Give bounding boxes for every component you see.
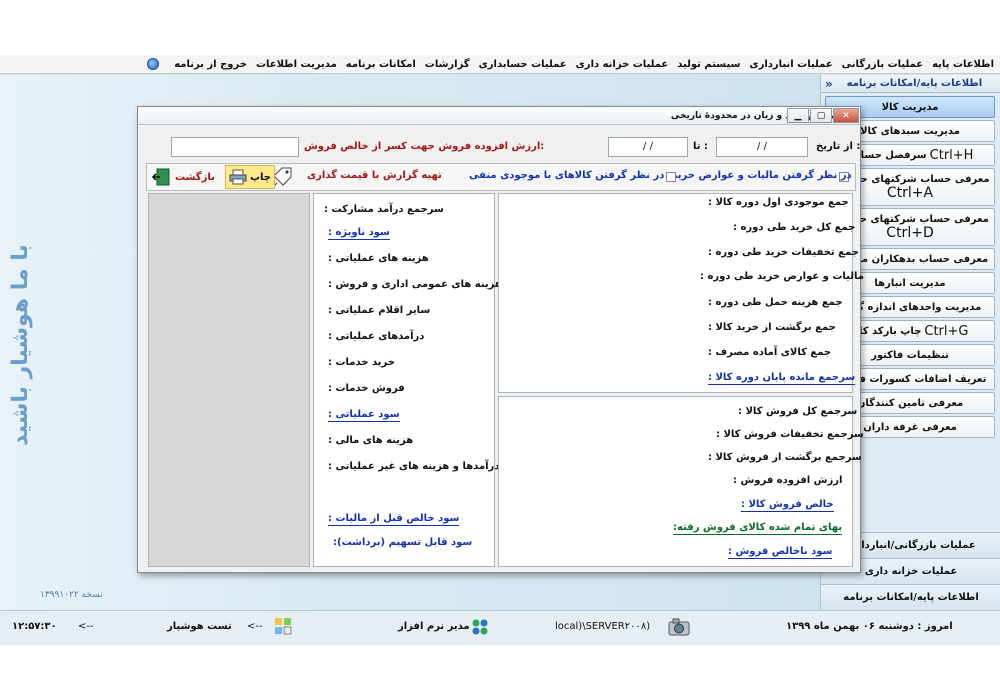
server-camera-icon — [668, 617, 690, 637]
ending-balance-line: سرجمع مانده پایان دوره کالا : — [708, 372, 856, 385]
from-date-field[interactable]: / / — [716, 137, 808, 157]
total-purchases-line: جمع کل خرید طی دوره : — [733, 222, 856, 233]
financial-expenses-line: هزینه های مالی : — [328, 435, 414, 446]
menu-reports[interactable]: گزارشات — [425, 59, 470, 70]
nav-item-shortcut: Ctrl+D — [886, 224, 934, 241]
opening-stock-line: جمع موجودی اول دوره کالا : — [708, 197, 849, 208]
empty-grey-area — [148, 193, 310, 567]
dialog-titlebar: گزارش سود و زیان در محدودهٔ تاریخی — [138, 107, 860, 125]
other-operating-items-line: سایر اقلام عملیاتی : — [328, 305, 431, 316]
gross-sales-profit-line: سود ناخالص فروش : — [728, 546, 833, 559]
status-date: امروز : دوشنبه ۰۶ بهمن ماه ۱۳۹۹ — [786, 621, 953, 632]
status-user: تست هوشیار — [167, 621, 232, 632]
service-purchase-line: خرید خدمات : — [328, 357, 395, 368]
back-button[interactable]: بازگشت — [151, 165, 215, 189]
collapse-chevron-icon[interactable]: « — [825, 77, 833, 91]
print-label: چاپ — [250, 171, 272, 183]
total-sales-line: سرجمع کل فروش کالا : — [738, 406, 858, 417]
taxes-checkbox-label: در نظر گرفتن مالیات و عوارض خرید — [672, 170, 852, 181]
purchase-discounts-line: جمع تخفیفات خرید طی دوره : — [708, 247, 859, 258]
user-tiles-icon — [274, 617, 296, 637]
menu-base-info[interactable]: اطلاعات پایه — [932, 59, 994, 70]
options-bar: در نظر گرفتن مالیات و عوارض خرید در نظر … — [146, 163, 856, 191]
right-panel-title: اطلاعات پایه/امکانات برنامه — [846, 78, 983, 89]
vat-deduction-label: ارزش افزوده فروش جهت کسر از خالص فروش: — [304, 141, 545, 152]
nav-item-label: چاپ بارکد کالا — [851, 325, 922, 337]
exit-door-icon — [151, 168, 170, 186]
nav-item-label: تنظیمات فاکتور — [871, 349, 949, 361]
to-date-label: تا : — [693, 141, 708, 152]
partnership-income-line: سرجمع درآمد مشارکت : — [324, 204, 444, 215]
close-button[interactable]: ✕ — [833, 108, 859, 123]
nav-item-shortcut: Ctrl+G — [924, 323, 969, 339]
profit-panel — [313, 193, 495, 567]
profit-loss-dialog: گزارش سود و زیان در محدودهٔ تاریخی ▁ ▢ ✕… — [137, 106, 864, 573]
menu-exit[interactable]: خروج از برنامه — [174, 59, 247, 70]
nav-item-shortcut: Ctrl+A — [886, 184, 934, 201]
status-role: مدیر نرم افزار — [398, 621, 470, 632]
menu-accounting[interactable]: عملیات حسابداری — [479, 59, 567, 70]
operating-income-line: درآمدهای عملیاتی : — [328, 331, 425, 342]
negative-stock-checkbox[interactable] — [666, 172, 676, 182]
sales-discounts-line: سرجمع تخفیفات فروش کالا : — [716, 429, 864, 440]
distributable-profit-line: سود قابل تسهیم (برداشت): — [333, 537, 473, 548]
nav-item-shortcut: Ctrl+H — [929, 147, 974, 163]
app-window: اطلاعات پایه عملیات بازرگانی عملیات انبا… — [0, 55, 1000, 645]
menu-commerce[interactable]: عملیات بازرگانی — [842, 59, 923, 70]
maximize-button[interactable]: ▢ — [810, 108, 832, 123]
menu-production[interactable]: سیستم تولید — [677, 59, 740, 70]
menu-data-management[interactable]: مدیریت اطلاعات — [256, 59, 337, 70]
nav-item-label: مدیریت سبدهای کالا — [860, 125, 960, 137]
status-bar: امروز : دوشنبه ۰۶ بهمن ماه ۱۳۹۹ local)\S… — [0, 610, 1000, 645]
gross-profit-line: سود ناویژه : — [328, 227, 390, 240]
back-label: بازگشت — [175, 171, 215, 183]
ready-goods-line: جمع کالای آماده مصرف : — [708, 347, 832, 358]
printer-icon — [229, 169, 247, 185]
purchase-returns-line: جمع برگشت از خرید کالا : — [708, 322, 836, 333]
pricing-label: تهیه گزارش با قیمت گذاری — [307, 170, 442, 181]
status-server: local)\SERVER۲۰۰۸) — [555, 621, 651, 632]
nav-item-label: مدیریت انبارها — [874, 277, 946, 289]
nav-item-label: معرفی تامین کنندگان — [856, 397, 964, 409]
general-admin-expenses-line: هزینه های عمومی اداری و فروش : — [328, 279, 502, 290]
non-operating-line: سایر درآمدها و هزینه های غیر عملیاتی : — [328, 461, 527, 472]
menu-warehouse[interactable]: عملیات انبارداری — [749, 59, 832, 70]
menu-bar: اطلاعات پایه عملیات بازرگانی عملیات انبا… — [0, 55, 1000, 74]
operating-expenses-line: هزینه های عملیاتی : — [328, 253, 429, 264]
users-icon — [470, 617, 492, 637]
to-date-field[interactable]: / / — [608, 137, 688, 157]
sales-returns-line: سرجمع برگشت از فروش کالا : — [708, 452, 862, 463]
window-buttons: ▁ ▢ ✕ — [786, 108, 859, 123]
freight-costs-line: جمع هزینه حمل طی دوره : — [708, 297, 843, 308]
status-arrow-user: <-- — [78, 621, 94, 632]
app-logo-icon — [147, 58, 160, 70]
print-button[interactable]: چاپ — [225, 165, 276, 189]
from-date-label: از تاریخ : — [816, 141, 861, 152]
group-base-info[interactable]: اطلاعات پایه/امکانات برنامه — [821, 584, 1000, 610]
status-time: ۱۲:۵۷:۳۰ — [12, 621, 57, 632]
menu-treasury[interactable]: عملیات خزانه داری — [576, 59, 669, 70]
operating-profit-line: سود عملیاتی : — [328, 409, 400, 422]
negative-stock-label: در نظر گرفتن کالاهای با موجودی منفی — [469, 170, 665, 181]
net-sales-line: خالص فروش کالا : — [741, 499, 834, 512]
desktop-watermark: با ما هوشیار باشید — [8, 244, 33, 446]
minimize-button[interactable]: ▁ — [787, 108, 809, 123]
version-label: نسخه ۱۳۹۹۱۰۲۲ — [40, 590, 103, 600]
sales-vat-line: ارزش افزوده فروش : — [733, 475, 843, 486]
nav-item-label: مدیریت کالا — [881, 101, 939, 113]
vat-deduction-field[interactable] — [171, 137, 299, 157]
cogs-line: بهای تمام شده کالای فروش رفته: — [673, 522, 843, 535]
nav-item-label: معرفی غرفه داران — [863, 421, 957, 433]
menu-tools[interactable]: امکانات برنامه — [346, 59, 416, 70]
pretax-profit-line: سود خالص قبل از مالیات : — [328, 513, 460, 526]
status-arrow-role: <-- — [247, 621, 263, 632]
purchase-taxes-line: مالیات و عوارض خرید طی دوره : — [700, 271, 864, 282]
right-panel-header: اطلاعات پایه/امکانات برنامه « — [821, 75, 1000, 93]
service-sales-line: فروش خدمات : — [328, 383, 405, 394]
